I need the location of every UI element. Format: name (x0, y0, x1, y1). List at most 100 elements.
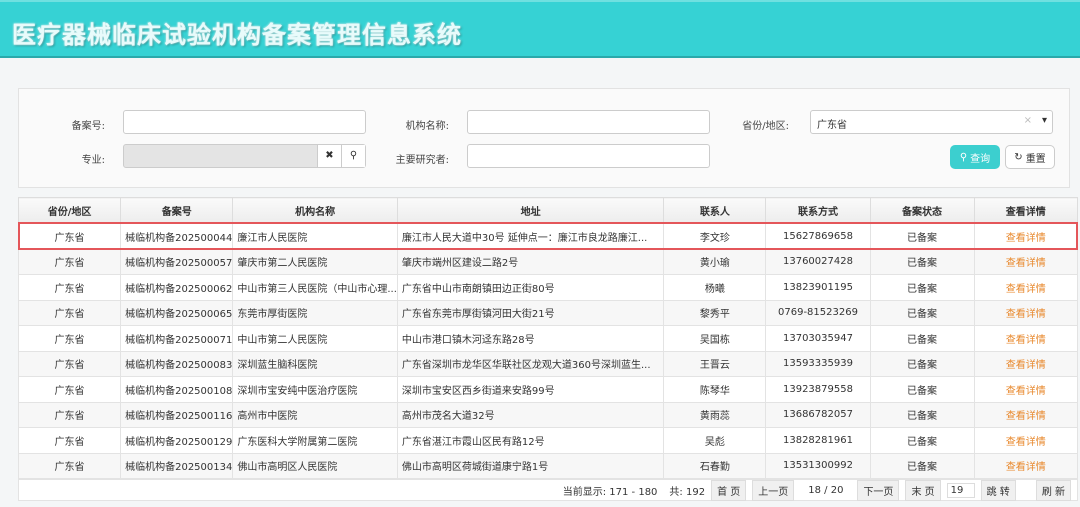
results-table: 省份/地区 备案号 机构名称 地址 联系人 联系方式 备案状态 查看详情 广东省 械临机构备20… (17, 197, 1079, 479)
table-cell: 查看详情 (973, 350, 1079, 377)
org-name-input[interactable] (467, 110, 710, 134)
pi-input[interactable] (467, 144, 710, 168)
table-cell: 陈琴华 (663, 376, 767, 403)
table-cell: 查看详情 (973, 427, 1079, 454)
specialty-input[interactable]: ✖ ⚲ (123, 144, 366, 168)
province-label: 省份/地区: (742, 121, 789, 132)
table-cell: 广东省 (17, 299, 122, 326)
reset-label: 重置 (1025, 153, 1046, 165)
chevron-down-icon[interactable]: ▾ (1042, 115, 1047, 126)
total-count: 共: 192 (669, 486, 706, 498)
cell: 13686782057 (782, 409, 853, 421)
cell: 黎秀平 (699, 309, 730, 321)
view-details-link[interactable]: 查看详情 (1006, 233, 1046, 244)
table-cell: 深圳市宝安区西乡街道来安路99号 (396, 376, 665, 403)
table-row: 广东省 械临机构备202500134 佛山市高明区人民医院 佛山市高明区荷城街道康宁路… (17, 452, 1079, 479)
table-cell: 械临机构备202500129 (120, 427, 234, 454)
clear-specialty-button[interactable]: ✖ (317, 145, 341, 167)
cell: 佛山市高明区荷城街道康宁路1号 (401, 462, 549, 474)
cell: 广东省湛江市霞山区民有路12号 (401, 436, 545, 448)
table-cell: 广东省 (17, 350, 122, 377)
reset-button[interactable]: ↻ 重置 (1005, 145, 1055, 169)
cell: 13828281961 (782, 434, 853, 446)
table-cell: 吴彪 (663, 427, 767, 454)
cell: 肇庆市端州区建设二路2号 (401, 258, 519, 270)
cell: 广东省 (54, 334, 85, 346)
next-page-button[interactable]: 下一页 (857, 479, 900, 501)
cell: 石春勤 (699, 462, 730, 474)
view-details-link[interactable]: 查看详情 (1006, 360, 1046, 371)
cell: 械临机构备202500083 (125, 360, 233, 372)
view-details-link[interactable]: 查看详情 (1006, 309, 1046, 320)
view-details-link[interactable]: 查看详情 (1006, 284, 1046, 295)
table-cell: 广东省 (17, 325, 122, 352)
province-select[interactable]: 广东省 × ▾ (810, 110, 1053, 134)
query-button[interactable]: ⚲ 查询 (950, 145, 1000, 169)
search-icon[interactable]: ⚲ (341, 145, 365, 167)
view-details-link[interactable]: 查看详情 (1006, 462, 1046, 473)
view-details-link[interactable]: 查看详情 (1006, 386, 1046, 397)
cell: 肇庆市第二人民医院 (237, 258, 328, 270)
table-cell: 肇庆市端州区建设二路2号 (396, 248, 665, 275)
table-row: 广东省 械临机构备202500129 广东医科大学附属第二医院 广东省湛江市霞山区民有… (17, 427, 1079, 454)
table-cell: 已备案 (869, 350, 975, 377)
cell: 高州市茂名大道32号 (401, 411, 495, 423)
search-panel: 备案号: 机构名称: 省份/地区: 广东省 × ▾ 专业: ✖ ⚲ 主要研究者:… (18, 88, 1070, 188)
cell: 高州市中医院 (237, 411, 298, 423)
cell: 黄雨蕊 (699, 411, 730, 423)
table-cell: 查看详情 (973, 299, 1079, 326)
cell: 广东医科大学附属第二医院 (237, 436, 358, 448)
table-cell: 查看详情 (973, 325, 1079, 352)
table-cell: 中山市港口镇木河迳东路28号 (396, 325, 665, 352)
prev-page-button[interactable]: 上一页 (752, 479, 795, 501)
table-cell: 广东省湛江市霞山区民有路12号 (396, 427, 665, 454)
refresh-icon: ↻ (1014, 151, 1023, 163)
table-cell: 广东省 (17, 427, 122, 454)
column-header: 联系人 (663, 197, 767, 224)
first-page-button[interactable]: 首 页 (711, 479, 747, 501)
cell: 广东省 (54, 309, 85, 321)
cell: 已备案 (907, 334, 938, 346)
column-header: 联系方式 (765, 197, 871, 224)
table-cell: 13823901195 (765, 274, 871, 301)
table-cell: 吴国栋 (663, 325, 767, 352)
table-cell: 东莞市厚街医院 (232, 299, 398, 326)
record-no-input[interactable] (123, 110, 366, 134)
table-cell: 已备案 (869, 376, 975, 403)
page-indicator: 18 / 20 (808, 484, 844, 496)
view-details-link[interactable]: 查看详情 (1006, 437, 1046, 448)
jump-page-input[interactable]: 19 (946, 482, 975, 498)
cell: 广东省 (54, 360, 85, 372)
cell: 已备案 (907, 436, 938, 448)
table-row: 广东省 械临机构备202500116 高州市中医院 高州市茂名大道32号 黄雨蕊 1368… (17, 401, 1079, 428)
table-row: 广东省 械临机构备202500071 中山市第二人民医院 中山市港口镇木河迳东路28号… (17, 325, 1079, 352)
cell: 广东省 (54, 283, 85, 295)
table-cell: 佛山市高明区荷城街道康宁路1号 (396, 452, 665, 479)
view-details-link[interactable]: 查看详情 (1006, 335, 1046, 346)
refresh-button[interactable]: 刷 新 (1035, 479, 1071, 501)
cell: 械临机构备202500108 (125, 385, 233, 397)
view-details-link[interactable]: 查看详情 (1006, 258, 1046, 269)
table-row: 广东省 械临机构备202500083 深圳蓝生脑科医院 广东省深圳市龙华区华联社区龙观… (17, 350, 1079, 377)
table-row: 广东省 械临机构备202500065 东莞市厚街医院 广东省东莞市厚街镇河田大街21号… (17, 299, 1079, 326)
table-cell: 械临机构备202500062 (120, 274, 234, 301)
last-page-button[interactable]: 末 页 (905, 479, 941, 501)
view-details-link[interactable]: 查看详情 (1006, 411, 1046, 422)
table-cell: 13923879558 (765, 376, 871, 403)
table-cell: 械临机构备202500134 (120, 452, 234, 479)
table-cell: 中山市第二人民医院 (232, 325, 398, 352)
cell: 13760027428 (782, 256, 853, 268)
cell: 已备案 (907, 360, 938, 372)
clear-icon[interactable]: × (1024, 115, 1032, 126)
table-cell: 黄雨蕊 (663, 401, 767, 428)
table-cell: 高州市茂名大道32号 (396, 401, 665, 428)
table-cell: 广东省 (17, 274, 122, 301)
table-cell: 杨曦 (663, 274, 767, 301)
record-no-label: 备案号: (71, 121, 105, 132)
pagination: 当前显示: 171 - 180 共: 192 首 页 上一页 18 / 20 下… (18, 479, 1078, 501)
jump-button[interactable]: 跳 转 (980, 479, 1016, 501)
table-cell: 查看详情 (973, 223, 1079, 250)
cell: 吴彪 (704, 436, 725, 448)
cell: 13703035947 (782, 332, 853, 344)
cell: 械临机构备202500116 (125, 411, 233, 423)
